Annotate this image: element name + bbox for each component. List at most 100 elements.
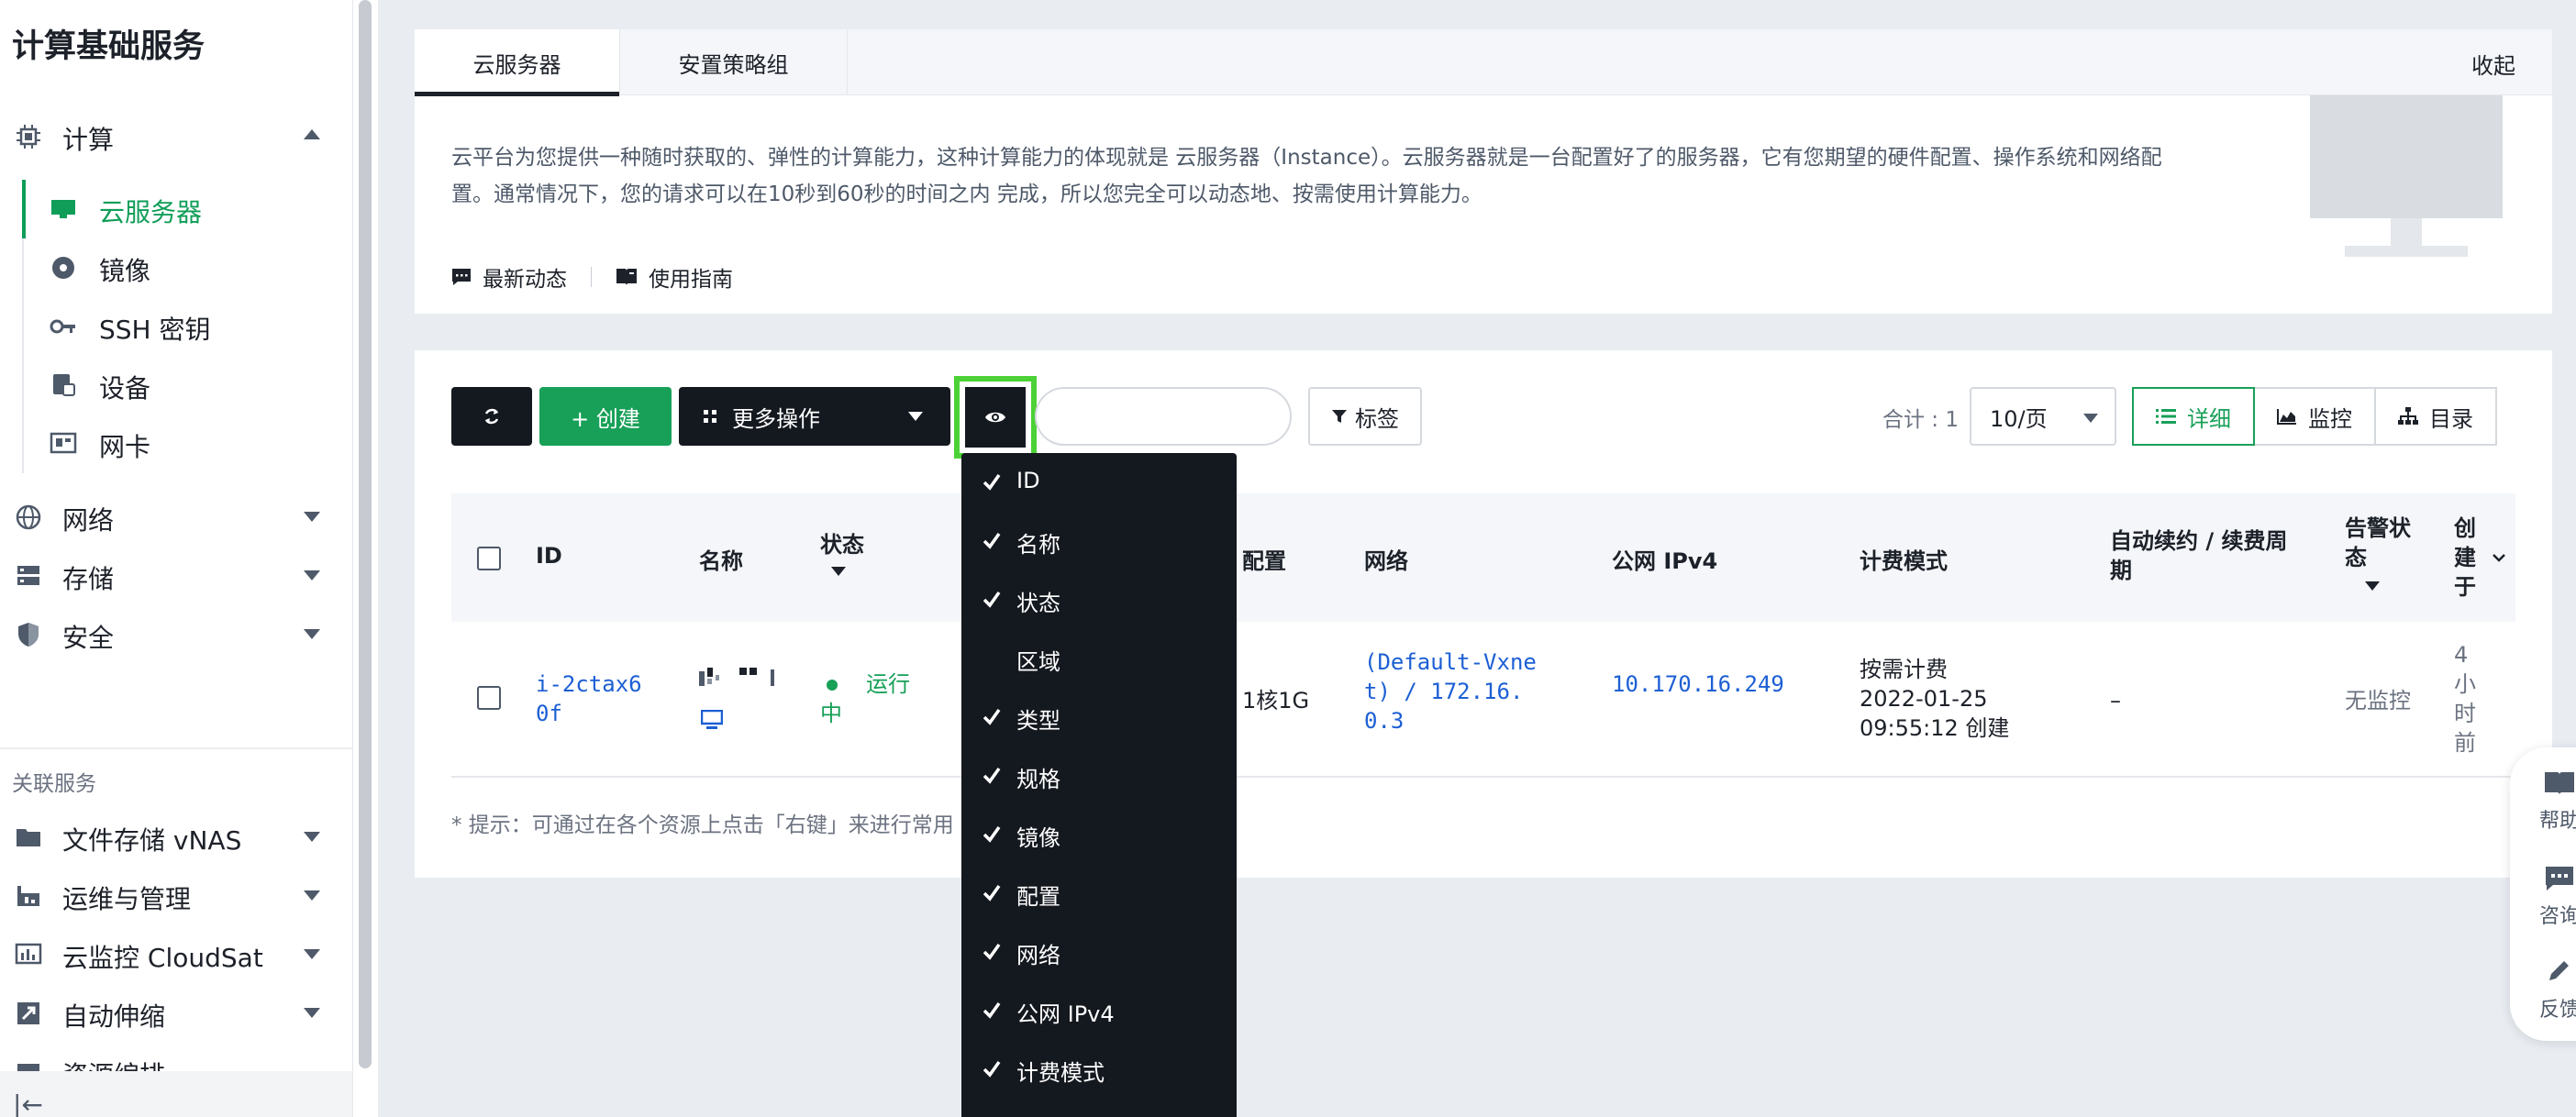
related-services-title: 关联服务	[12, 772, 96, 796]
column-option[interactable]: 网络	[961, 923, 1237, 981]
intro-links: 最新动态 使用指南	[451, 261, 733, 293]
column-option[interactable]: 状态	[961, 570, 1237, 629]
sitemap-icon	[2398, 407, 2418, 425]
column-option[interactable]: 名称	[961, 512, 1237, 570]
renew-value: –	[2110, 688, 2121, 713]
link-separator	[591, 267, 592, 287]
alarm-filter-caret-icon[interactable]	[2365, 581, 2380, 591]
tab-instances[interactable]: 云服务器	[415, 29, 620, 96]
more-actions-button[interactable]: 更多操作	[679, 387, 950, 446]
collapse-intro-button[interactable]: 收起	[2471, 48, 2515, 80]
chevron-down-icon	[304, 832, 320, 842]
column-header-status[interactable]: 状态	[820, 526, 864, 558]
sidebar-item-nic[interactable]: 网卡	[0, 415, 352, 473]
nav-group-network[interactable]: 网络	[0, 488, 352, 547]
network-link[interactable]: (Default-Vxnet) / 172.16.0.3	[1364, 647, 1548, 735]
related-item-cloudsat[interactable]: 云监控 CloudSat	[0, 925, 352, 984]
checkmark-icon	[983, 708, 1001, 725]
sidebar-item-ssh-keys[interactable]: SSH 密钥	[0, 297, 352, 356]
status-filter-caret-icon[interactable]	[831, 567, 846, 576]
column-option-label: 网络	[1016, 943, 1060, 968]
sidebar-item-label: SSH 密钥	[99, 315, 211, 345]
column-option[interactable]: 计费模式	[961, 1040, 1237, 1099]
column-visibility-button[interactable]	[954, 376, 1037, 459]
more-actions-label: 更多操作	[732, 405, 820, 432]
column-option[interactable]: 类型	[961, 688, 1237, 747]
area-chart-icon	[2277, 409, 2296, 425]
chart-icon	[15, 943, 42, 965]
column-header-billing[interactable]: 计费模式	[1860, 543, 1948, 575]
column-option[interactable]: 配置	[961, 864, 1237, 923]
book-icon	[2545, 772, 2574, 795]
sidebar-collapse-button[interactable]: |←	[0, 1071, 352, 1117]
feedback-button[interactable]: 反馈	[2532, 958, 2576, 1023]
column-header-network[interactable]: 网络	[1364, 543, 1408, 575]
table-row[interactable]: i-2ctax60f 运行中 1核1G (Default-Vxnet) / 17…	[451, 622, 2515, 778]
eye-icon	[985, 412, 1005, 423]
monitor-icon	[51, 200, 75, 218]
key-icon	[50, 319, 75, 334]
column-option[interactable]: ID	[961, 453, 1237, 512]
user-guide-link[interactable]: 使用指南	[616, 261, 733, 293]
column-header-id[interactable]: ID	[536, 543, 562, 569]
column-header-created[interactable]: 创建于	[2454, 514, 2482, 602]
product-title: 计算基础服务	[12, 28, 205, 65]
column-option[interactable]: 公网 IPv4	[961, 981, 1237, 1040]
sidebar-item-instances[interactable]: 云服务器	[0, 180, 352, 238]
column-header-ipv4[interactable]: 公网 IPv4	[1612, 543, 1717, 575]
row-checkbox[interactable]	[477, 686, 501, 710]
column-header-renew[interactable]: 自动续约 / 续费周期	[2110, 526, 2293, 585]
help-button[interactable]: 帮助	[2532, 769, 2576, 834]
nav-group-compute[interactable]: 计算	[0, 107, 352, 166]
billing-mode-value: 按需计费	[1860, 657, 1948, 682]
create-button[interactable]: + 创建	[539, 387, 672, 446]
chevron-down-icon	[304, 1008, 320, 1018]
instances-card: + 创建 更多操作 标签 合计 : 1 10/页 详细 监控 目录 ID 名称 …	[415, 350, 2552, 878]
view-monitor-button[interactable]: 监控	[2253, 387, 2376, 446]
nav-group-label: 网络	[62, 505, 115, 536]
folder-icon	[17, 829, 40, 846]
related-item-autoscale[interactable]: 自动伸缩	[0, 984, 352, 1043]
column-header-alarm[interactable]: 告警状态	[2345, 514, 2422, 572]
alarm-status-value: 无监控	[2345, 688, 2411, 713]
scrollbar-thumb[interactable]	[359, 0, 372, 1068]
column-option[interactable]: 区域	[961, 629, 1237, 688]
sidebar-item-devices[interactable]: 设备	[0, 356, 352, 415]
public-ipv4-link[interactable]: 10.170.16.249	[1612, 669, 1784, 699]
page-size-select[interactable]: 10/页	[1970, 387, 2116, 446]
related-item-vnas[interactable]: 文件存储 vNAS	[0, 808, 352, 867]
nav-group-security[interactable]: 安全	[0, 605, 352, 664]
consult-button[interactable]: 咨询	[2532, 865, 2576, 929]
refresh-icon	[484, 408, 499, 425]
column-option[interactable]: 规格	[961, 747, 1237, 805]
desktop-icon[interactable]	[701, 710, 723, 730]
latest-news-link[interactable]: 最新动态	[451, 261, 567, 293]
sidebar-divider	[0, 747, 352, 749]
column-header-config[interactable]: 配置	[1242, 543, 1286, 575]
sidebar-item-images[interactable]: 镜像	[0, 238, 352, 297]
view-catalog-button[interactable]: 目录	[2374, 387, 2497, 446]
view-detail-button[interactable]: 详细	[2132, 387, 2255, 446]
column-header-name[interactable]: 名称	[699, 543, 743, 575]
view-catalog-label: 目录	[2429, 405, 2473, 432]
chevron-up-icon	[304, 129, 320, 139]
instance-id-link[interactable]: i-2ctax60f	[536, 669, 646, 728]
select-all-checkbox[interactable]	[477, 547, 501, 570]
search-input[interactable]	[1035, 387, 1292, 446]
column-option-label: 计费模式	[1016, 1060, 1105, 1086]
sidebar-item-label: 镜像	[99, 256, 151, 286]
nav-group-storage[interactable]: 存储	[0, 547, 352, 605]
tab-placement-groups[interactable]: 安置策略组	[620, 29, 848, 95]
refresh-button[interactable]	[451, 387, 532, 446]
sidebar-scrollbar[interactable]	[352, 0, 378, 1117]
related-item-ops[interactable]: 运维与管理	[0, 867, 352, 925]
checkmark-icon	[983, 1060, 1001, 1078]
column-option-label: 状态	[1016, 591, 1060, 616]
column-option[interactable]: 镜像	[961, 805, 1237, 864]
chevron-down-icon[interactable]	[2492, 552, 2506, 563]
feedback-label: 反馈	[2538, 999, 2576, 1022]
intro-text: 云平台为您提供一种随时获取的、弹性的计算能力，这种计算能力的体现就是 云服务器（…	[451, 146, 2162, 206]
tag-filter-button[interactable]: 标签	[1308, 387, 1422, 446]
tag-filter-label: 标签	[1355, 405, 1399, 432]
storage-icon	[17, 566, 39, 585]
